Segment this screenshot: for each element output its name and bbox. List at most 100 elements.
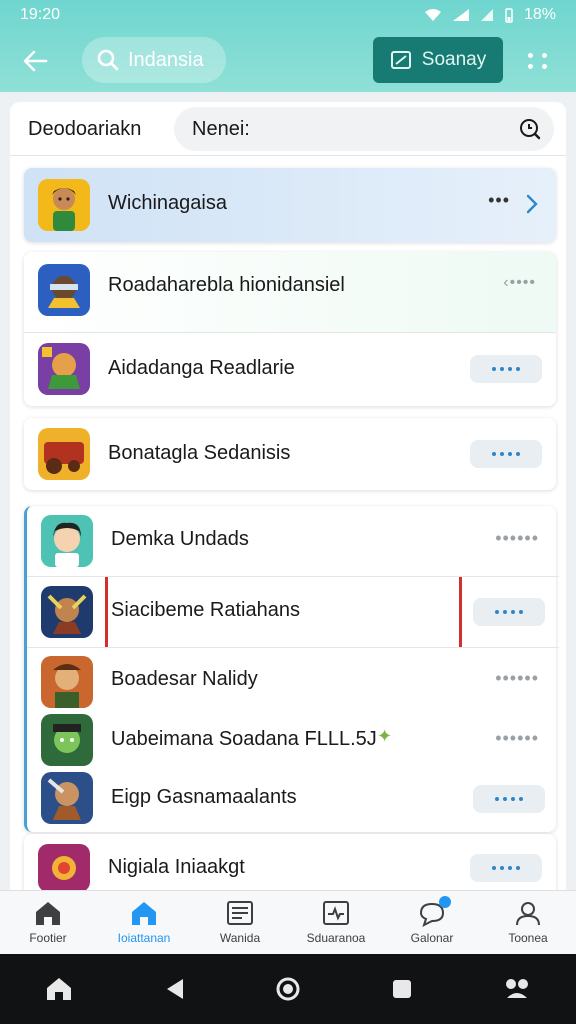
- list-item[interactable]: Eigp Gasnamaalants: [27, 768, 559, 830]
- filter-search-box[interactable]: [174, 107, 554, 151]
- nav-label: Sduaranoa: [306, 931, 366, 945]
- list-card-4: Demka Undads •••••• Siacibeme Ratiahans: [24, 506, 559, 832]
- list-item[interactable]: Aidadanga Readlarie: [24, 333, 556, 405]
- signal-icon-2: [480, 9, 493, 21]
- selection-marker-left: [105, 577, 108, 647]
- list-item-title: Roadaharebla hionidansiel: [108, 274, 345, 296]
- status-bar: 19:20 18%: [0, 0, 576, 30]
- header-search[interactable]: Indansia: [82, 37, 226, 83]
- list-item-title: Demka Undads: [111, 528, 249, 550]
- list-item[interactable]: Bonatagla Sedanisis: [24, 418, 556, 490]
- home-icon: [36, 902, 60, 925]
- search-icon[interactable]: [518, 117, 542, 141]
- chat-icon: [419, 896, 451, 927]
- list-item[interactable]: Wichinagaisa •••: [24, 168, 556, 242]
- filter-search-input[interactable]: [192, 117, 492, 141]
- selection-marker-right: [459, 577, 462, 647]
- status-icons: 18%: [424, 6, 556, 24]
- adventurer-icon: [41, 656, 93, 708]
- nav-label: Galonar: [410, 931, 454, 945]
- scan-icon: [390, 51, 411, 69]
- app-icon: [41, 656, 93, 708]
- header-search-label: Indansia: [128, 48, 204, 71]
- nav-item-wanida[interactable]: Wanida: [192, 891, 288, 954]
- stop-square-icon[interactable]: [391, 978, 413, 1000]
- knight-icon: [41, 772, 93, 824]
- grid-dot: [528, 64, 533, 69]
- list-item-selected[interactable]: Siacibeme Ratiahans: [27, 577, 559, 647]
- list-item-title: Uabeimana Soadana FLLL.5J: [111, 728, 377, 750]
- more-pill-button[interactable]: [470, 854, 542, 882]
- more-icon[interactable]: ‹••••: [503, 274, 536, 292]
- app-icon: [41, 515, 93, 567]
- status-time: 19:20: [20, 6, 61, 23]
- arrow-left-icon: [23, 50, 48, 72]
- top-app-area: 19:20 18% Indansia Soanay: [0, 0, 576, 92]
- more-icon[interactable]: •••: [488, 190, 510, 211]
- more-pill-button[interactable]: [473, 785, 545, 813]
- list-item[interactable]: Roadaharebla hionidansiel ‹••••: [24, 252, 556, 332]
- list-item-title: Wichinagaisa: [108, 192, 227, 214]
- app-icon: [38, 844, 90, 892]
- list-card-5: Nigiala Iniaakgt: [24, 834, 556, 892]
- nav-label: Ioiattanan: [117, 931, 171, 945]
- list-item-title: Siacibeme Ratiahans: [111, 599, 300, 621]
- more-icon[interactable]: ••••••: [495, 668, 539, 689]
- more-pill-button[interactable]: [470, 440, 542, 468]
- list-item[interactable]: Nigiala Iniaakgt: [24, 834, 556, 892]
- nav-item-sduaranoa[interactable]: Sduaranoa: [288, 891, 384, 954]
- activity-icon: [323, 901, 349, 925]
- list-item[interactable]: Boadesar Nalidy ••••••: [27, 648, 559, 712]
- home-icon: [132, 902, 156, 925]
- list-item-title: Bonatagla Sedanisis: [108, 442, 291, 464]
- chevron-right-icon[interactable]: [526, 194, 538, 214]
- warrior-icon: [41, 586, 93, 638]
- ninja-icon: [38, 264, 90, 316]
- assistant-icon[interactable]: [503, 976, 531, 1002]
- filter-label: Deodoariakn: [28, 118, 142, 140]
- filter-row: Deodoariakn: [10, 102, 566, 156]
- app-icon: [38, 428, 90, 480]
- back-button[interactable]: [16, 42, 54, 80]
- nav-label: Toonea: [508, 931, 548, 945]
- list-card-1: Wichinagaisa •••: [24, 168, 556, 242]
- app-icon: [38, 343, 90, 395]
- scan-button[interactable]: Soanay: [373, 37, 503, 83]
- person-icon: [516, 902, 540, 926]
- home-icon[interactable]: [45, 976, 73, 1002]
- app-icon: [38, 264, 90, 316]
- back-triangle-icon[interactable]: [163, 977, 185, 1001]
- goblin-icon: [41, 714, 93, 766]
- nav-item-toonea[interactable]: Toonea: [480, 891, 576, 954]
- nav-item-ioiattanan[interactable]: Ioiattanan: [96, 891, 192, 954]
- nav-item-footier[interactable]: Footier: [0, 891, 96, 954]
- grid-dot: [528, 53, 533, 58]
- system-navigation-bar: [0, 954, 576, 1024]
- list-item-title: Nigiala Iniaakgt: [108, 856, 245, 878]
- more-icon[interactable]: ••••••: [495, 728, 539, 749]
- app-icon: [41, 714, 93, 766]
- sparkle-icon: ✦: [377, 726, 393, 746]
- cannon-icon: [38, 428, 90, 480]
- battery-percent: 18%: [523, 6, 556, 23]
- grid-dot: [542, 53, 547, 58]
- app-bar: Indansia Soanay: [0, 34, 576, 88]
- scan-button-label: Soanay: [421, 49, 487, 70]
- search-icon: [97, 49, 119, 71]
- boy-avatar-icon: [41, 515, 93, 567]
- list-item[interactable]: Demka Undads ••••••: [27, 506, 559, 576]
- battery-icon: [505, 8, 513, 23]
- more-pill-button[interactable]: [473, 598, 545, 626]
- nav-item-galonar[interactable]: Galonar: [384, 891, 480, 954]
- nav-label: Footier: [29, 931, 67, 945]
- recents-circle-icon[interactable]: [275, 976, 301, 1002]
- more-icon[interactable]: ••••••: [495, 528, 539, 549]
- list-item-title: Boadesar Nalidy: [111, 668, 258, 690]
- more-pill-button[interactable]: [470, 355, 542, 383]
- list-card-2: Roadaharebla hionidansiel ‹•••• Aidadang…: [24, 252, 556, 406]
- nav-label: Wanida: [219, 931, 261, 945]
- app-icon: [41, 772, 93, 824]
- grid-menu-button[interactable]: [524, 46, 554, 76]
- bottom-navigation: Footier Ioiattanan Wanida Sduaranoa Galo…: [0, 890, 576, 954]
- list-item[interactable]: Uabeimana Soadana FLLL.5J ✦ ••••••: [27, 712, 559, 768]
